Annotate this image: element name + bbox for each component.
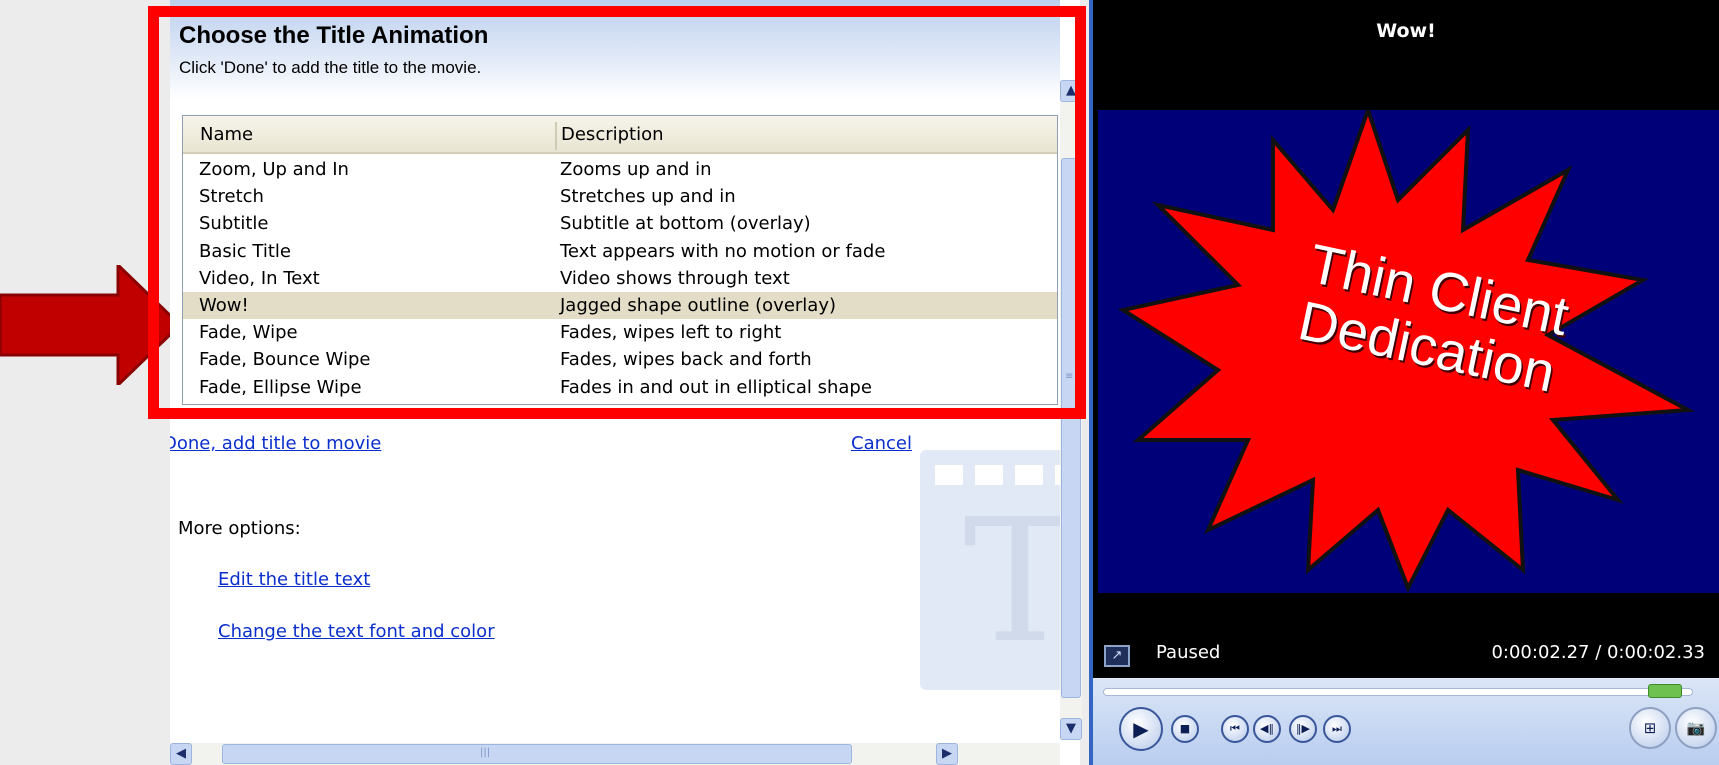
row-name: Fade, Ellipse Wipe (199, 376, 362, 398)
scroll-left-icon[interactable]: ◀ (170, 743, 192, 765)
row-description: Fades in and out in elliptical shape (560, 376, 872, 398)
title-watermark-icon: T (920, 450, 1080, 690)
row-name: Subtitle (199, 213, 269, 235)
split-clip-icon[interactable]: ⊞ (1629, 707, 1671, 749)
horizontal-scroll-thumb[interactable] (222, 744, 852, 764)
list-rows: Zoom, Up and In Zooms up and in Stretch Str… (183, 156, 1057, 401)
row-description: Subtitle at bottom (overlay) (560, 213, 811, 235)
red-arrow-icon (0, 265, 180, 385)
horizontal-scrollbar[interactable]: ◀ ||| ▶ (170, 743, 1060, 765)
pane-header: Choose the Title Animation Click 'Done' … (170, 0, 1060, 100)
row-description: Zooms up and in (560, 159, 712, 180)
row-description: Text appears with no motion or fade (560, 240, 886, 262)
row-description: Stretches up and in (560, 186, 736, 208)
change-font-color-link[interactable]: Change the text font and color (218, 621, 495, 642)
row-description: Video shows through text (560, 267, 790, 289)
scroll-right-icon[interactable]: ▶ (936, 743, 958, 765)
list-header: Name Description (183, 116, 1057, 154)
column-header-description[interactable]: Description (561, 116, 664, 154)
list-row[interactable]: Wow! Jagged shape outline (overlay) (183, 291, 1057, 320)
preview-player: Wow! Thin Client Dedication ↗ Paused 0:0… (1093, 0, 1719, 765)
row-description: Fades, wipes back and forth (560, 349, 812, 371)
player-title: Wow! (1376, 20, 1436, 42)
vertical-scroll-thumb[interactable] (1061, 158, 1081, 698)
stop-icon[interactable]: ■ (1171, 715, 1199, 743)
row-name: Zoom, Up and In (199, 159, 349, 180)
video-preview: Thin Client Dedication (1098, 110, 1719, 593)
column-separator[interactable] (555, 122, 557, 150)
done-link[interactable]: Done, add title to movie (170, 433, 381, 454)
take-picture-icon[interactable]: 📷 (1675, 707, 1717, 749)
list-row[interactable]: Stretch Stretches up and in (183, 183, 1057, 210)
player-controls: ▶ ■ ⏮ ◀‖ ‖▶ ⏭ ⊞ 📷 (1093, 678, 1719, 765)
play-icon[interactable]: ▶ (1119, 707, 1163, 751)
back-frame-icon[interactable]: ◀‖ (1253, 715, 1281, 743)
pane-title: Choose the Title Animation (179, 22, 489, 49)
playback-time: 0:00:02.27 / 0:00:02.33 (1491, 642, 1705, 663)
row-name: Fade, Wipe (199, 322, 298, 344)
status-bar: ↗ Paused 0:00:02.27 / 0:00:02.33 (1101, 642, 1713, 670)
task-pane: Choose the Title Animation Click 'Done' … (170, 0, 1080, 765)
column-header-name[interactable]: Name (200, 116, 253, 154)
cancel-link[interactable]: Cancel (851, 433, 912, 454)
playback-status: Paused (1156, 642, 1221, 663)
list-row[interactable]: Fade, Bounce Wipe Fades, wipes back and f… (183, 346, 1057, 373)
scroll-grip-icon: ≡ (1065, 371, 1074, 382)
scroll-down-icon[interactable]: ▼ (1060, 718, 1082, 740)
edit-title-text-link[interactable]: Edit the title text (218, 569, 370, 590)
row-name: Stretch (199, 186, 264, 208)
row-description: Fades, wipes left to right (560, 322, 782, 344)
list-row[interactable]: Zoom, Up and In Zooms up and in (183, 156, 1057, 183)
next-icon[interactable]: ⏭ (1323, 715, 1351, 743)
vertical-scrollbar[interactable]: ▲ ≡ ▼ (1060, 80, 1082, 740)
scroll-up-icon[interactable]: ▲ (1060, 80, 1082, 102)
seek-bar[interactable] (1103, 688, 1693, 696)
more-options-label: More options: (178, 518, 301, 539)
list-row[interactable]: Subtitle Subtitle at bottom (overlay) (183, 210, 1057, 237)
forward-frame-icon[interactable]: ‖▶ (1289, 715, 1317, 743)
list-row[interactable]: Basic Title Text appears with no motion o… (183, 238, 1057, 265)
list-row[interactable]: Video, In Text Video shows through text (183, 265, 1057, 292)
animation-list[interactable]: Name Description Zoom, Up and In Zooms up… (182, 115, 1058, 405)
pane-subtitle: Click 'Done' to add the title to the mov… (179, 58, 482, 77)
list-row[interactable]: Fade, Wipe Fades, wipes left to right (183, 319, 1057, 346)
row-name: Fade, Bounce Wipe (199, 349, 371, 371)
row-name: Video, In Text (199, 267, 320, 289)
row-description: Jagged shape outline (overlay) (560, 294, 837, 316)
seek-thumb[interactable] (1648, 684, 1683, 698)
row-name: Wow! (199, 294, 249, 316)
horizontal-grip-icon: ||| (480, 747, 491, 758)
row-name: Basic Title (199, 240, 291, 262)
list-row[interactable]: Fade, Ellipse Wipe Fades in and out in el… (183, 374, 1057, 401)
fullscreen-icon[interactable]: ↗ (1104, 645, 1130, 667)
previous-icon[interactable]: ⏮ (1221, 715, 1249, 743)
